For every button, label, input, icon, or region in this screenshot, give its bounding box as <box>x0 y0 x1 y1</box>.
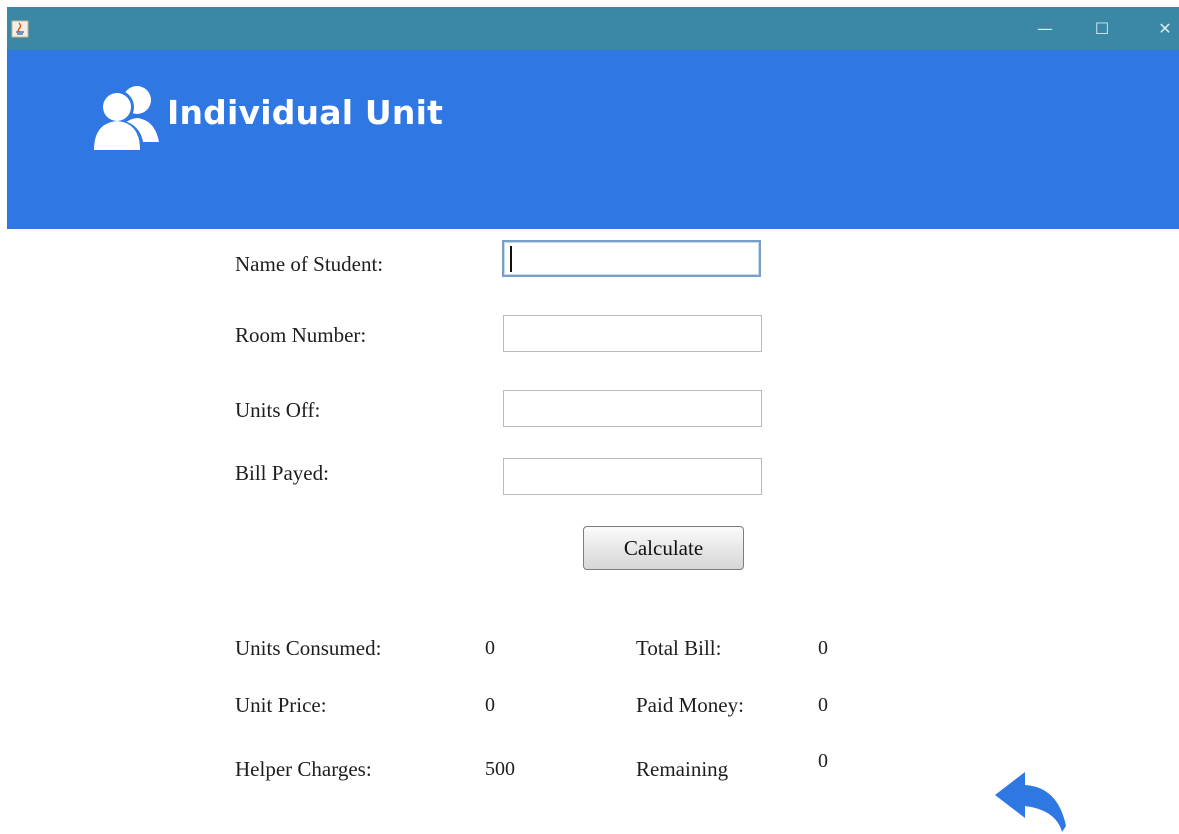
units-off-label: Units Off: <box>235 398 321 422</box>
unit-price-label: Unit Price: <box>235 693 327 717</box>
users-icon <box>90 86 159 152</box>
helper-charges-value: 500 <box>485 758 515 780</box>
remaining-label: Remaining <box>636 757 729 781</box>
name-label: Name of Student: <box>235 252 384 276</box>
minimize-button[interactable]: — <box>1025 7 1065 50</box>
units-consumed-value: 0 <box>485 637 495 659</box>
back-arrow-icon[interactable] <box>990 770 1070 834</box>
room-number-input[interactable] <box>503 315 762 352</box>
remaining-value: 0 <box>818 750 828 772</box>
close-button[interactable]: ✕ <box>1145 7 1179 50</box>
calculate-button[interactable]: Calculate <box>583 526 744 570</box>
text-caret <box>510 246 512 272</box>
bill-payed-input[interactable] <box>503 458 762 495</box>
units-consumed-label: Units Consumed: <box>235 636 382 660</box>
helper-charges-label: Helper Charges: <box>235 757 372 781</box>
maximize-button[interactable]: ☐ <box>1082 7 1122 50</box>
page-title: Individual Unit <box>167 93 444 132</box>
units-off-input[interactable] <box>503 390 762 427</box>
page-header <box>7 50 1179 229</box>
total-bill-value: 0 <box>818 637 828 659</box>
java-icon <box>11 20 29 38</box>
unit-price-value: 0 <box>485 694 495 716</box>
paid-money-value: 0 <box>818 694 828 716</box>
window-titlebar[interactable]: — ☐ ✕ <box>7 7 1179 50</box>
total-bill-label: Total Bill: <box>636 636 722 660</box>
bill-payed-label: Bill Payed: <box>235 461 329 485</box>
student-name-input[interactable] <box>502 240 761 277</box>
paid-money-label: Paid Money: <box>636 693 744 717</box>
room-number-label: Room Number: <box>235 323 367 347</box>
